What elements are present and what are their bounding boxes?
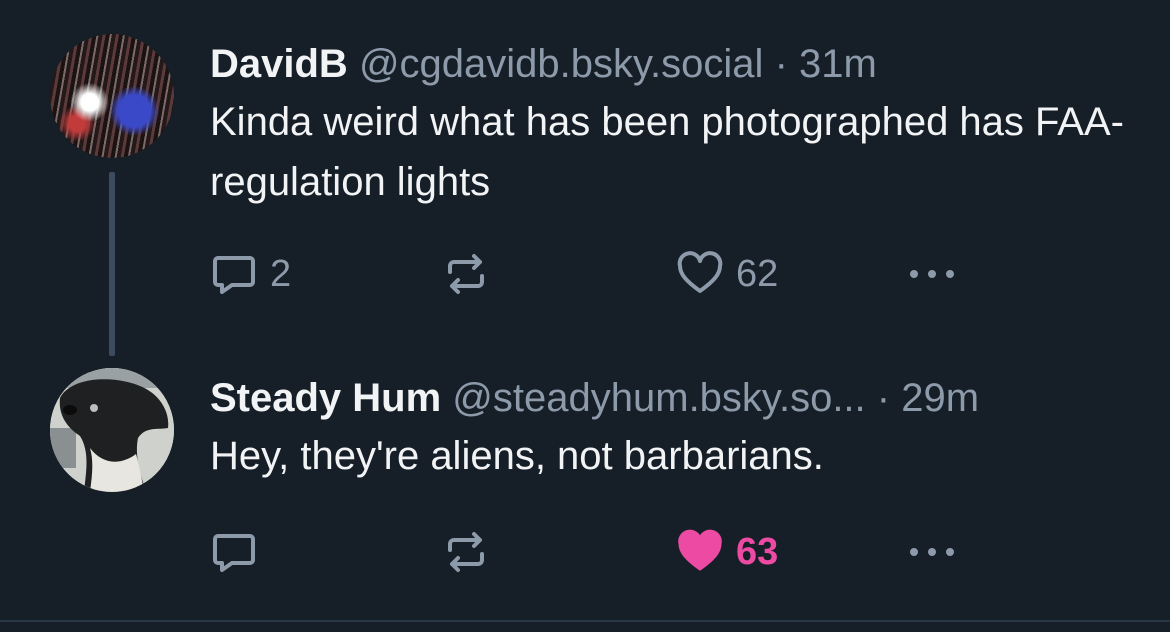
handle[interactable]: @steadyhum.bsky.so... (452, 376, 865, 420)
heart-icon (677, 251, 723, 293)
post-text: Kinda weird what has been photographed h… (210, 100, 1124, 204)
post-text: Hey, they're aliens, not barbarians. (210, 434, 824, 478)
post-davidb[interactable]: DavidB @cgdavidb.bsky.social · 31m Kinda… (0, 0, 1170, 356)
more-options-button[interactable] (906, 250, 958, 298)
avatar-davidb[interactable] (50, 34, 174, 158)
like-button[interactable]: 63 (676, 528, 778, 576)
reply-count: 2 (270, 252, 292, 295)
more-icon (910, 548, 954, 556)
repost-button[interactable] (442, 250, 490, 298)
post-steadyhum[interactable]: Steady Hum @steadyhum.bsky.so... · 29m H… (0, 330, 1170, 620)
display-name[interactable]: DavidB (210, 42, 348, 86)
reply-button[interactable]: 2 (210, 250, 291, 298)
repost-icon (448, 254, 484, 294)
post-content: Steady Hum @steadyhum.bsky.so... · 29m H… (210, 372, 1130, 486)
more-icon (910, 270, 954, 278)
avatar-steadyhum[interactable] (50, 368, 174, 492)
dog-avatar-image (50, 368, 174, 492)
repost-icon (448, 532, 484, 572)
reply-icon (213, 256, 255, 294)
post-actions: 63 (210, 528, 970, 576)
heart-filled-icon (678, 529, 722, 571)
post-meta: Steady Hum @steadyhum.bsky.so... · 29m (210, 372, 1130, 424)
display-name[interactable]: Steady Hum (210, 376, 441, 420)
reply-button[interactable] (210, 528, 270, 576)
post-content: DavidB @cgdavidb.bsky.social · 31m Kinda… (210, 38, 1130, 212)
timestamp[interactable]: · 29m (877, 376, 979, 420)
more-options-button[interactable] (906, 528, 958, 576)
repost-button[interactable] (442, 528, 490, 576)
handle[interactable]: @cgdavidb.bsky.social (359, 42, 764, 86)
thread-line (109, 172, 115, 356)
reply-icon (213, 534, 255, 572)
bottom-divider (0, 620, 1170, 622)
post-actions: 2 62 (210, 250, 970, 298)
post-meta: DavidB @cgdavidb.bsky.social · 31m (210, 38, 1130, 90)
timestamp[interactable]: · 31m (775, 42, 877, 86)
like-count: 63 (736, 530, 779, 573)
like-button[interactable]: 62 (676, 250, 778, 298)
like-count: 62 (736, 252, 779, 295)
